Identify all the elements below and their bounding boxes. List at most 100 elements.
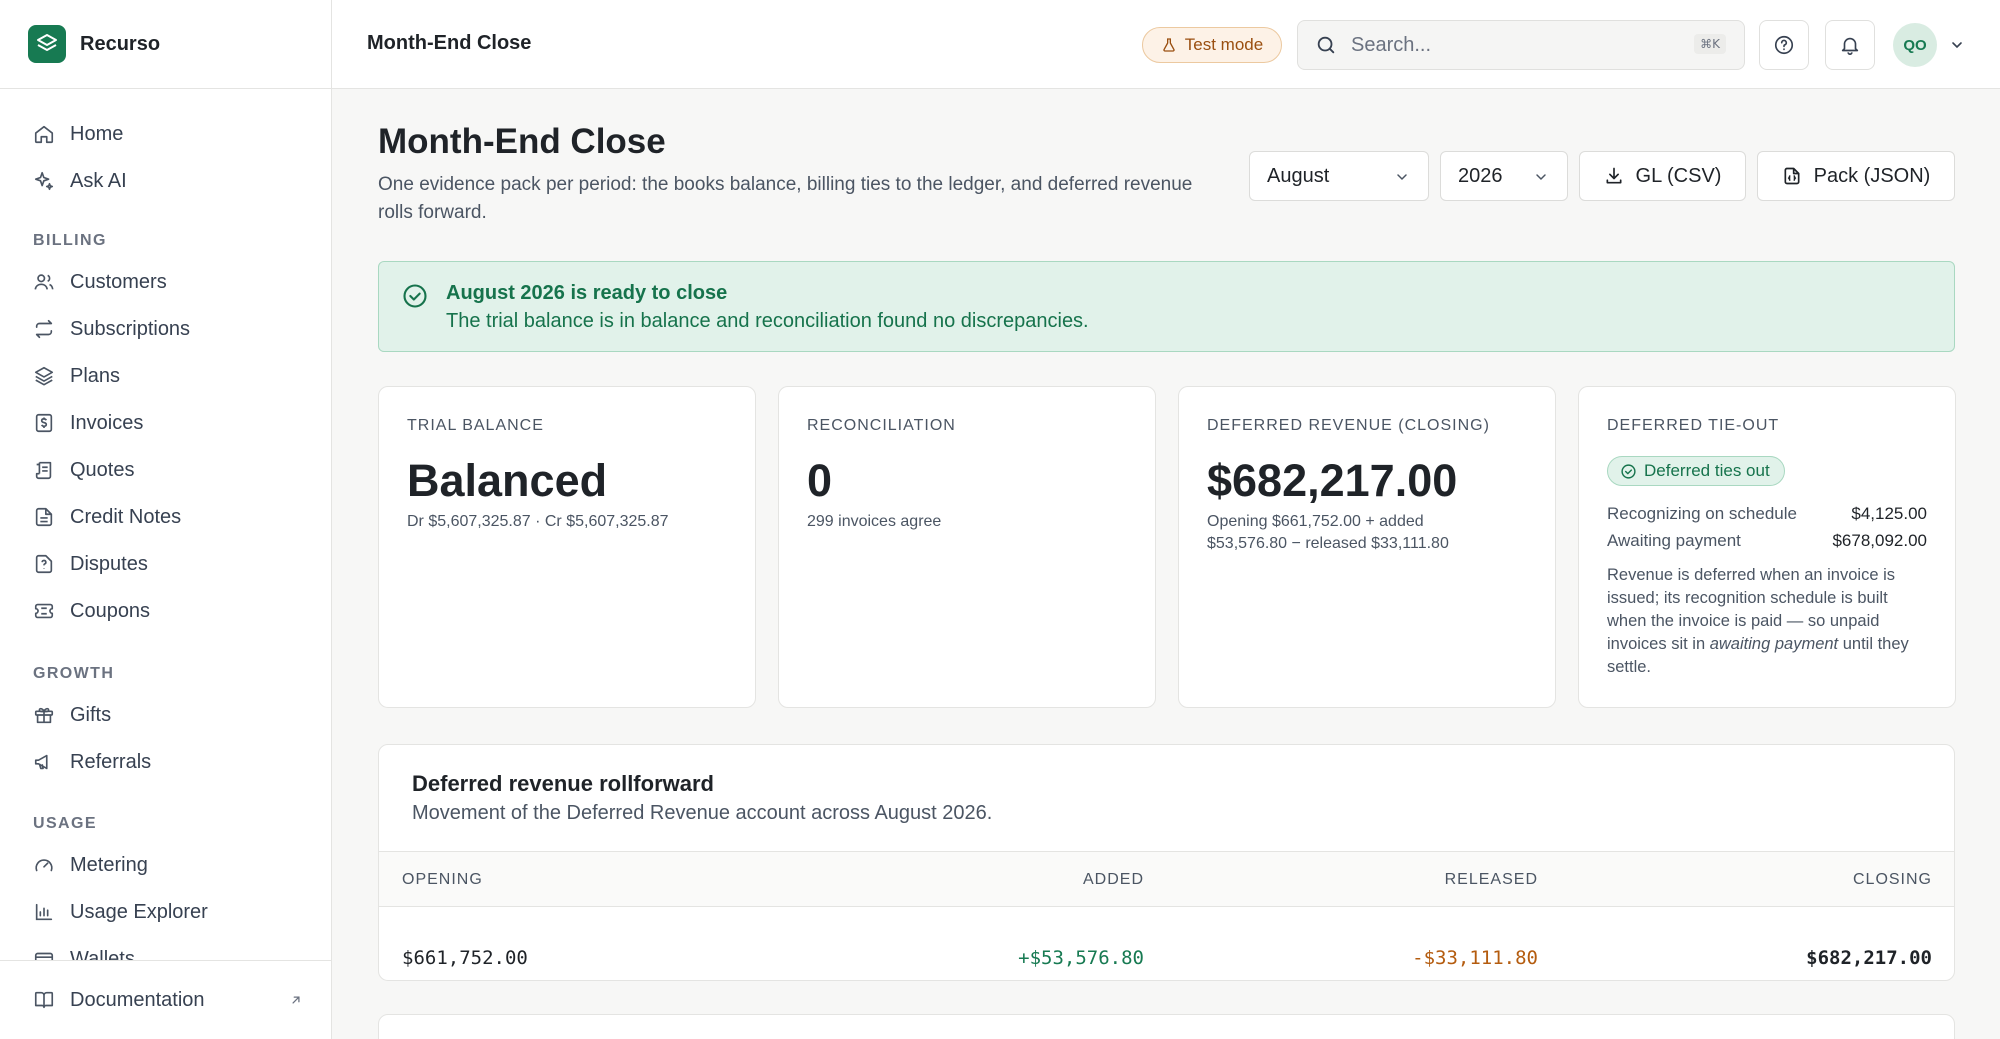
card-detail: Opening $661,752.00 + added $53,576.80 −… <box>1207 513 1449 552</box>
card-detail: Dr $5,607,325.87 · Cr $5,607,325.87 <box>407 513 669 530</box>
card-label: TRIAL BALANCE <box>407 417 544 434</box>
search-placeholder: Search... <box>1351 33 1432 56</box>
tie-out-row: Awaiting payment $678,092.00 <box>1607 531 1927 551</box>
sidebar-item-label: Ask AI <box>70 169 127 192</box>
documentation-link[interactable]: Documentation <box>33 982 303 1018</box>
row-label: Awaiting payment <box>1607 531 1741 550</box>
row-value: $4,125.00 <box>1851 504 1927 523</box>
ready-banner: August 2026 is ready to close The trial … <box>378 261 1955 352</box>
card-label: DEFERRED TIE-OUT <box>1607 417 1780 434</box>
bell-icon <box>1841 37 1859 55</box>
banner-message: The trial balance is in balance and reco… <box>446 310 1089 332</box>
logo-icon <box>28 25 66 63</box>
sidebar-item-referrals[interactable]: Referrals <box>33 744 151 780</box>
search-input[interactable]: Search... ⌘K <box>1297 20 1745 70</box>
sidebar-item-customers[interactable]: Customers <box>33 264 167 300</box>
status-badge: Deferred ties out <box>1607 456 1785 486</box>
card-label: RECONCILIATION <box>807 417 956 434</box>
rollforward-description: Movement of the Deferred Revenue account… <box>412 802 993 824</box>
deferred-tie-out-card: DEFERRED TIE-OUT Deferred ties out Recog… <box>1578 386 1956 708</box>
sidebar-item-invoices[interactable]: Invoices <box>33 405 143 441</box>
help-icon <box>1774 35 1794 55</box>
sidebar-item-coupons[interactable]: Coupons <box>33 593 150 629</box>
help-button[interactable] <box>1759 20 1809 70</box>
sidebar-item-label: Referrals <box>70 750 152 773</box>
badge-label: Deferred ties out <box>1644 461 1770 480</box>
sidebar-item-usage-explorer[interactable]: Usage Explorer <box>33 894 208 930</box>
sidebar-item-ask-ai[interactable]: Ask AI <box>33 163 127 199</box>
repeat-icon <box>35 319 53 339</box>
table-header: OPENING ADDED RELEASED CLOSING <box>379 851 1954 907</box>
sidebar-item-label: Plans <box>70 364 121 387</box>
sidebar-item-label: Home <box>70 122 124 145</box>
sidebar-item-label: Invoices <box>70 411 144 434</box>
main-content: Month-End Close One evidence pack per pe… <box>332 89 2000 1039</box>
gift-icon <box>34 707 54 724</box>
app-name: Recurso <box>80 32 161 55</box>
column-header-closing: CLOSING <box>1852 871 1932 888</box>
deferred-revenue-card: DEFERRED REVENUE (CLOSING) $682,217.00 O… <box>1178 386 1556 708</box>
check-circle-icon <box>403 284 427 308</box>
cell-released: -$33,111.80 <box>1412 947 1538 969</box>
brand[interactable]: Recurso <box>0 0 331 89</box>
pack-json-button[interactable]: Pack (JSON) <box>1757 151 1955 201</box>
column-header-opening: OPENING <box>402 871 483 888</box>
trial-balance-card: TRIAL BALANCE Balanced Dr $5,607,325.87 … <box>378 386 756 708</box>
year-value: 2026 <box>1458 164 1503 187</box>
chevron-down-icon[interactable] <box>1949 37 1965 53</box>
bar-chart-icon <box>35 903 53 921</box>
sidebar-item-metering[interactable]: Metering <box>33 847 148 883</box>
sidebar-item-label: Credit Notes <box>70 505 182 528</box>
notifications-button[interactable] <box>1825 20 1875 70</box>
sidebar-item-disputes[interactable]: Disputes <box>33 546 148 582</box>
rollforward-title: Deferred revenue rollforward <box>412 771 714 796</box>
layers-icon <box>34 366 54 386</box>
search-shortcut: ⌘K <box>1694 34 1726 54</box>
sidebar-item-wallets[interactable]: Wallets <box>33 941 135 960</box>
topbar: Month-End Close Test mode Search... ⌘K Q… <box>332 0 2000 89</box>
sidebar-item-label: Usage Explorer <box>70 900 208 923</box>
column-header-added: ADDED <box>1082 871 1144 888</box>
year-select[interactable]: 2026 <box>1440 151 1568 201</box>
pack-json-label: Pack (JSON) <box>1813 164 1931 187</box>
cell-closing: $682,217.00 <box>1806 947 1932 969</box>
documentation-label: Documentation <box>70 988 205 1011</box>
sidebar-item-label: Wallets <box>70 947 135 961</box>
row-label: Recognizing on schedule <box>1607 504 1797 523</box>
sidebar-item-plans[interactable]: Plans <box>33 358 120 394</box>
card-value: Balanced <box>407 455 608 506</box>
gauge-icon <box>35 859 53 872</box>
download-icon <box>1606 167 1622 184</box>
card-label: DEFERRED REVENUE (CLOSING) <box>1207 417 1490 434</box>
test-mode-label: Test mode <box>1184 35 1264 54</box>
test-mode-badge[interactable]: Test mode <box>1142 27 1282 63</box>
flask-icon <box>1163 38 1175 52</box>
sidebar-item-quotes[interactable]: Quotes <box>33 452 134 488</box>
column-header-released: RELEASED <box>1444 871 1538 888</box>
chevron-down-icon <box>1536 174 1546 181</box>
sidebar-footer: Documentation <box>0 960 331 1039</box>
avatar[interactable]: QO <box>1893 23 1937 67</box>
card-value: 0 <box>807 455 833 506</box>
book-icon <box>34 991 54 1009</box>
file-json-icon <box>1784 167 1800 185</box>
sidebar-item-subscriptions[interactable]: Subscriptions <box>33 311 190 347</box>
sidebar-item-label: Quotes <box>70 458 135 481</box>
gl-csv-button[interactable]: GL (CSV) <box>1579 151 1746 201</box>
card-value: $682,217.00 <box>1207 455 1458 506</box>
next-card <box>378 1014 1955 1039</box>
cell-added: +$53,576.80 <box>1018 947 1144 969</box>
search-icon <box>1317 36 1335 54</box>
sidebar-item-gifts[interactable]: Gifts <box>33 697 111 733</box>
quote-icon <box>35 461 52 480</box>
external-link-icon <box>292 996 300 1004</box>
ticket-icon <box>34 603 54 619</box>
month-select[interactable]: August <box>1249 151 1429 201</box>
dispute-icon <box>35 554 53 574</box>
nav-group-billing: BILLING <box>33 232 107 249</box>
sidebar-item-home[interactable]: Home <box>33 116 123 152</box>
nav-group-usage: USAGE <box>33 815 97 832</box>
sidebar-item-credit-notes[interactable]: Credit Notes <box>33 499 181 535</box>
page-description: One evidence pack per period: the books … <box>378 174 1193 223</box>
sidebar-item-label: Gifts <box>70 703 112 726</box>
